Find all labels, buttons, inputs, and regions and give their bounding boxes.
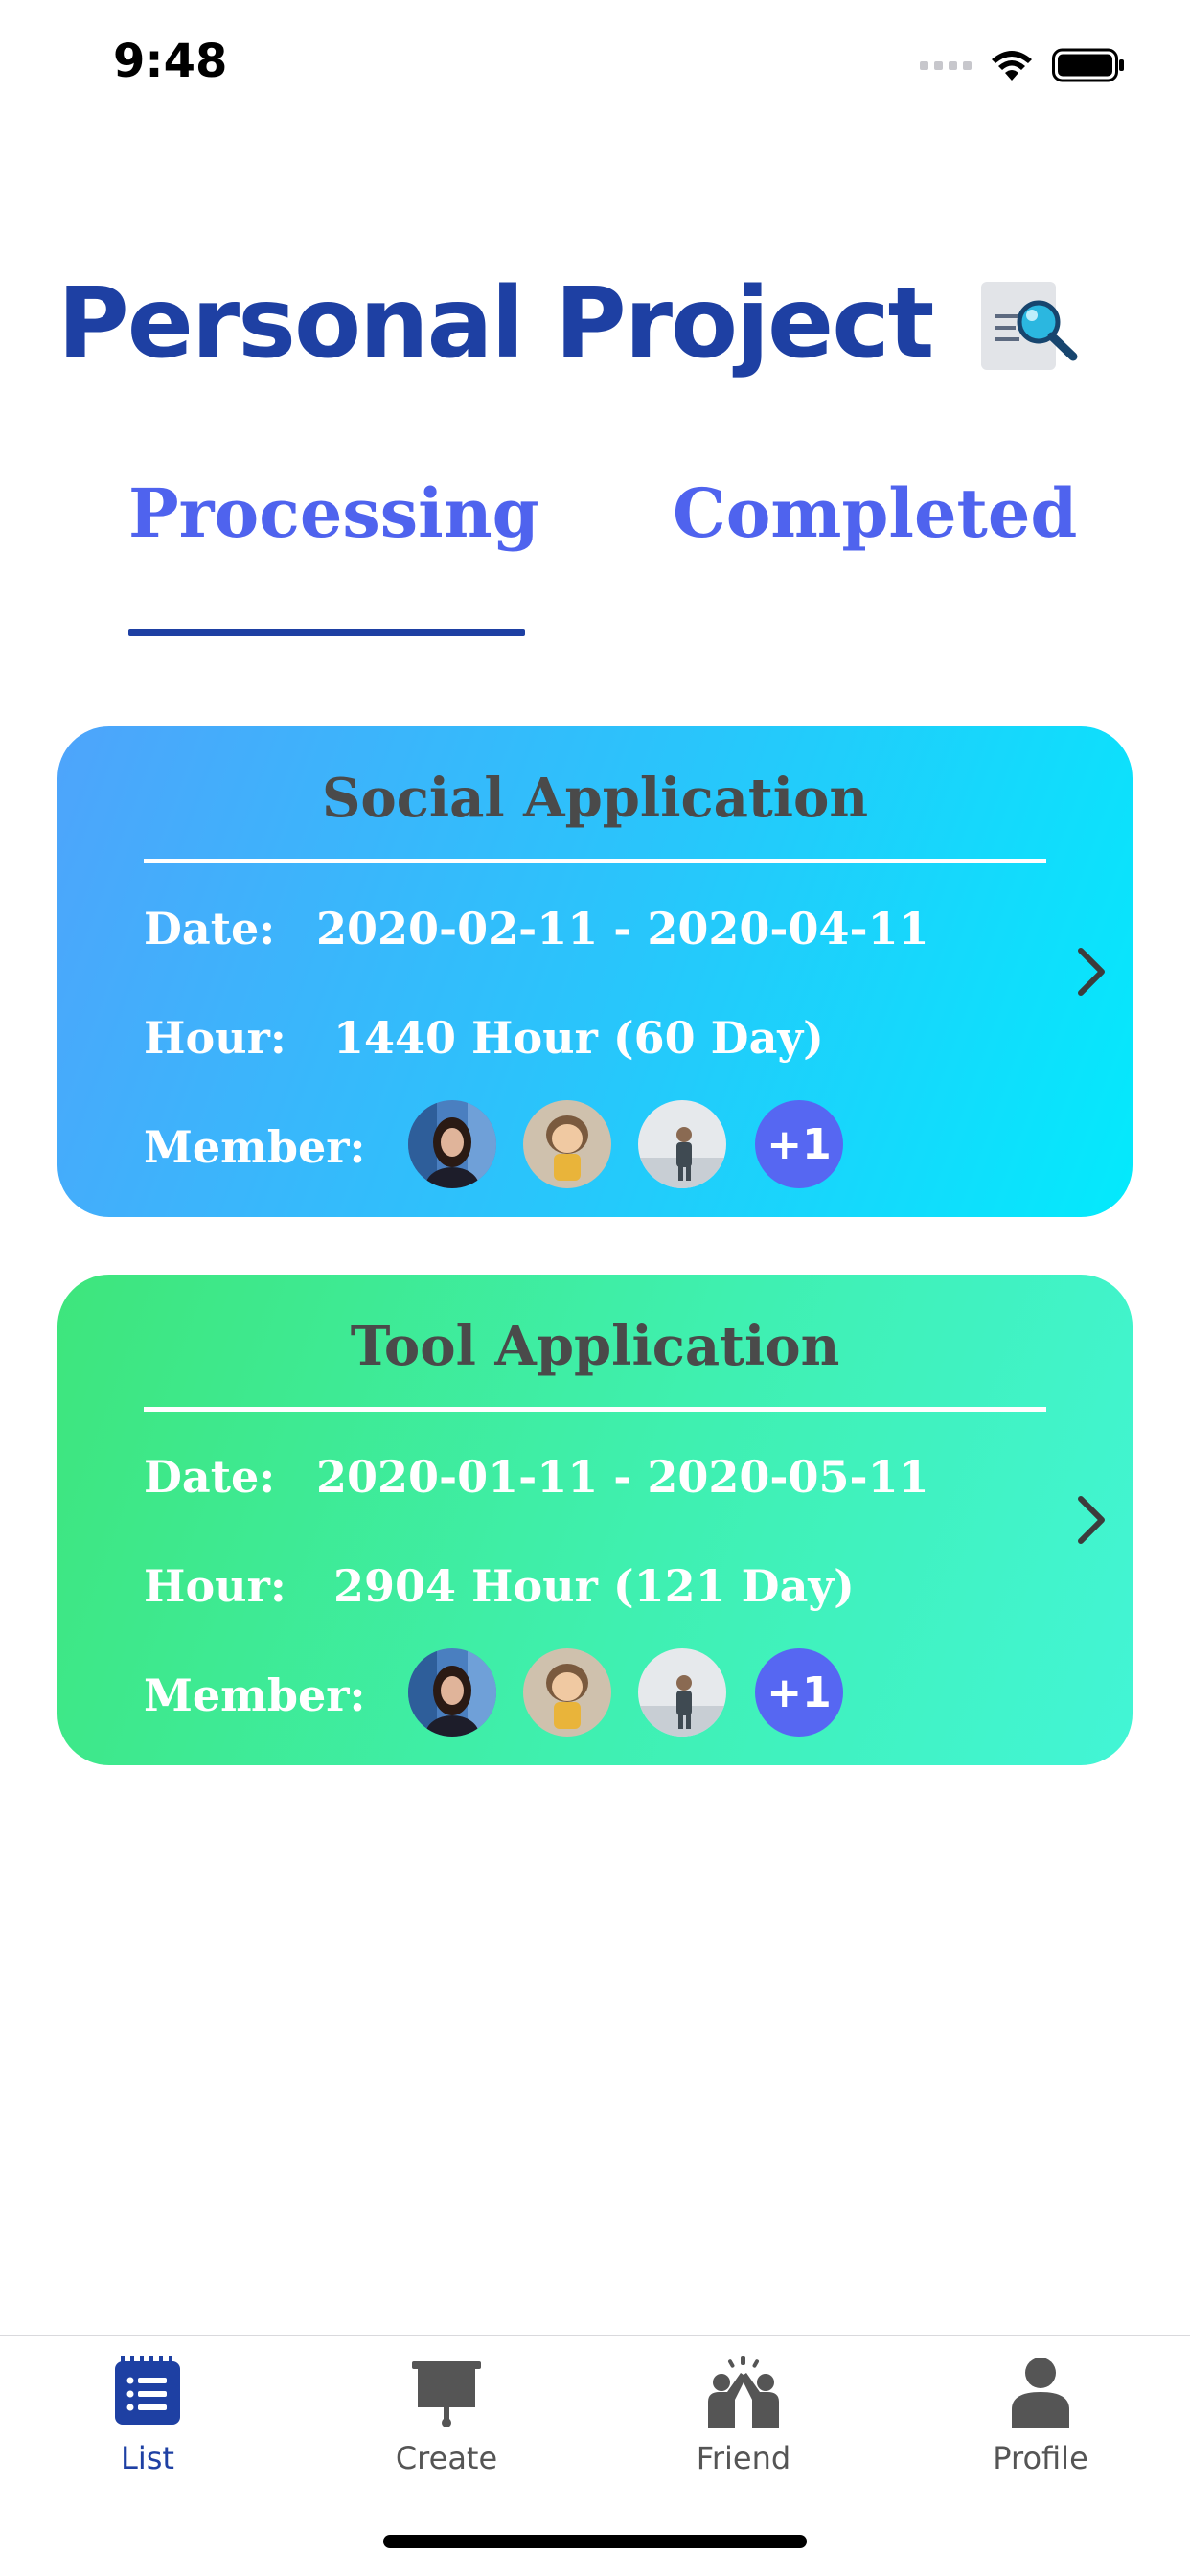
hour-value: 2904 Hour (121 Day)	[333, 1560, 855, 1612]
hour-label: Hour:	[144, 1560, 286, 1612]
divider	[144, 859, 1046, 863]
chevron-right-icon[interactable]	[1073, 1493, 1111, 1547]
more-members-badge[interactable]: +1	[755, 1100, 843, 1188]
date-value: 2020-01-11 - 2020-05-11	[316, 1451, 929, 1503]
tabbar-item-profile[interactable]: Profile	[945, 2356, 1136, 2509]
tabbar-label: Create	[395, 2440, 498, 2476]
date-value: 2020-02-11 - 2020-04-11	[316, 903, 929, 954]
avatar-photo-icon	[408, 1100, 496, 1188]
tabbar-label: Profile	[993, 2440, 1088, 2476]
project-card-tool-application[interactable]: Tool Application Date: 2020-01-11 - 2020…	[57, 1275, 1133, 1765]
tab-completed[interactable]: Completed	[673, 473, 1077, 553]
member-avatar[interactable]	[523, 1100, 611, 1188]
more-members-badge[interactable]: +1	[755, 1648, 843, 1736]
high-five-icon	[708, 2356, 779, 2428]
project-title: Social Application	[321, 767, 869, 830]
screen: 9:48 Personal Project Processing Complet…	[0, 0, 1190, 2576]
date-label: Date:	[144, 903, 276, 954]
avatar-photo-icon	[523, 1648, 611, 1736]
project-card-social-application[interactable]: Social Application Date: 2020-02-11 - 20…	[57, 726, 1133, 1217]
member-label: Member:	[144, 1669, 366, 1721]
presentation-board-icon	[412, 2361, 481, 2427]
date-row: Date: 2020-01-11 - 2020-05-11	[144, 1451, 929, 1503]
avatar-photo-icon	[638, 1100, 726, 1188]
divider	[144, 1407, 1046, 1412]
search-list-icon	[995, 300, 1078, 361]
member-avatar[interactable]	[638, 1648, 726, 1736]
home-indicator[interactable]	[383, 2535, 807, 2548]
hour-row: Hour: 1440 Hour (60 Day)	[144, 1012, 824, 1064]
battery-icon	[1052, 48, 1124, 82]
member-label: Member:	[144, 1121, 366, 1173]
avatar-photo-icon	[408, 1648, 496, 1736]
tabbar-item-friend[interactable]: Friend	[648, 2356, 839, 2509]
project-title: Tool Application	[350, 1315, 840, 1378]
hour-label: Hour:	[144, 1012, 286, 1064]
member-row: Member:	[144, 1669, 366, 1721]
member-avatar[interactable]	[523, 1648, 611, 1736]
member-avatar[interactable]	[408, 1648, 496, 1736]
avatar-photo-icon	[523, 1100, 611, 1188]
tabbar-label: List	[121, 2440, 174, 2476]
status-time: 9:48	[113, 34, 228, 88]
tabbar-item-create[interactable]: Create	[351, 2356, 542, 2509]
page-title: Personal Project	[57, 266, 934, 380]
tabbar-label: Friend	[696, 2440, 791, 2476]
active-tab-indicator	[128, 629, 525, 636]
member-row: Member:	[144, 1121, 366, 1173]
member-avatar[interactable]	[408, 1100, 496, 1188]
signal-icon	[920, 60, 972, 70]
tabbar-item-list[interactable]: List	[52, 2356, 243, 2509]
list-icon	[115, 2356, 180, 2425]
wifi-icon	[992, 51, 1032, 80]
date-label: Date:	[144, 1451, 276, 1503]
avatar-photo-icon	[638, 1648, 726, 1736]
hour-value: 1440 Hour (60 Day)	[333, 1012, 824, 1064]
chevron-right-icon[interactable]	[1073, 945, 1111, 999]
member-avatar[interactable]	[638, 1100, 726, 1188]
person-icon	[1012, 2358, 1069, 2428]
hour-row: Hour: 2904 Hour (121 Day)	[144, 1560, 855, 1612]
tab-processing[interactable]: Processing	[128, 473, 539, 553]
date-row: Date: 2020-02-11 - 2020-04-11	[144, 903, 929, 954]
search-button[interactable]	[981, 282, 1087, 374]
status-icons	[920, 46, 1125, 84]
